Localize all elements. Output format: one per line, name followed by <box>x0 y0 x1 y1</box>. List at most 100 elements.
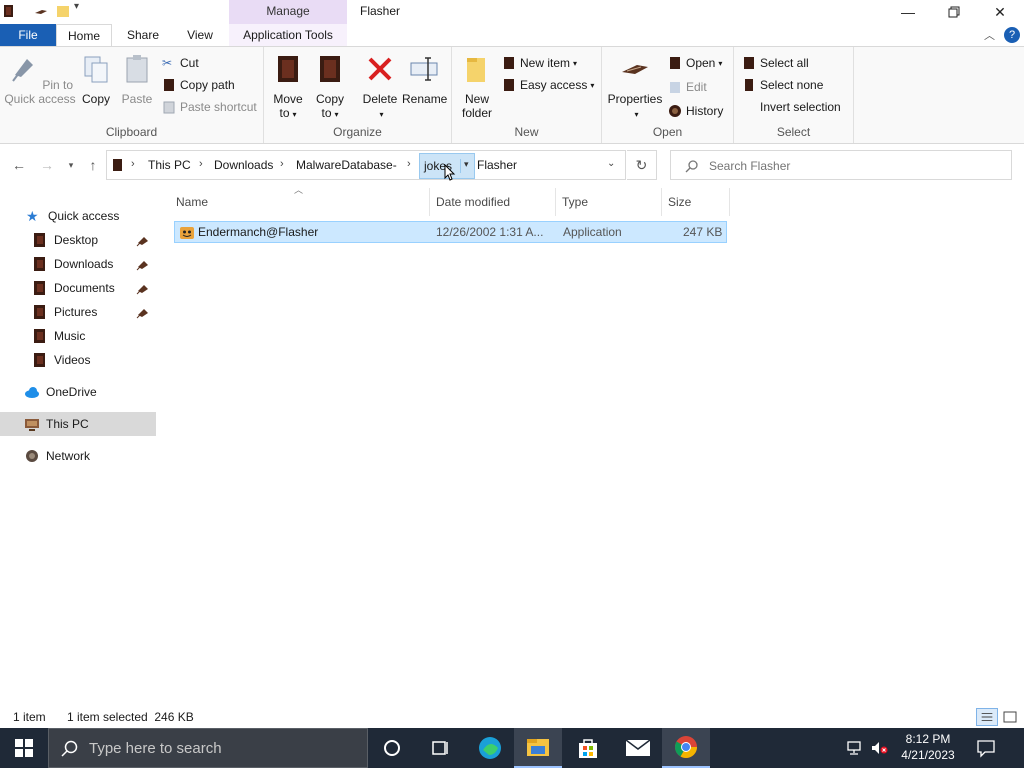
tab-share[interactable]: Share <box>116 24 170 46</box>
taskbar-mail-button[interactable] <box>614 728 662 768</box>
column-size[interactable]: Size <box>662 188 730 216</box>
new-item-button[interactable]: New item ▾ <box>502 53 577 73</box>
details-view-icon[interactable] <box>976 708 998 726</box>
restore-button[interactable] <box>931 0 977 24</box>
refresh-icon: ↻ <box>635 157 648 173</box>
paste-shortcut-button[interactable]: Paste shortcut <box>162 97 257 117</box>
nav-quick-access[interactable]: ★ Quick access <box>0 204 156 228</box>
column-date-modified[interactable]: Date modified <box>430 188 556 216</box>
history-button[interactable]: History <box>668 101 723 121</box>
properties-button[interactable]: Properties ▾ <box>606 53 664 122</box>
ribbon-tabs: File Home Share View Application Tools ︿… <box>0 24 1024 46</box>
file-size: 247 KB <box>683 225 723 239</box>
task-view-button[interactable] <box>416 728 464 768</box>
copy-to-button[interactable]: Copy to ▾ <box>312 53 348 122</box>
address-bar[interactable]: › This PC › Downloads › MalwareDatabase-… <box>106 150 626 181</box>
network-tray-icon[interactable] <box>846 740 864 756</box>
taskbar-explorer-button[interactable] <box>514 728 562 768</box>
properties-quick-icon[interactable] <box>34 4 48 18</box>
tab-file[interactable]: File <box>0 24 56 46</box>
large-icons-view-icon[interactable] <box>1000 708 1020 726</box>
invert-selection-button[interactable]: Invert selection <box>742 97 841 117</box>
breadcrumb-malwaredatabase[interactable]: MalwareDatabase- <box>296 158 397 172</box>
copy-button[interactable]: Copy <box>78 53 114 106</box>
nav-item-pictures[interactable]: Pictures <box>0 300 156 324</box>
tab-application-tools[interactable]: Application Tools <box>229 24 347 46</box>
manage-context-tab[interactable]: Manage <box>229 0 347 24</box>
pin-icon[interactable] <box>136 305 150 319</box>
system-clock[interactable]: 8:12 PM 4/21/2023 <box>892 731 964 763</box>
taskbar-search-placeholder: Type here to search <box>89 740 222 757</box>
chevron-down-icon: ▾ <box>68 160 74 170</box>
copy-icon <box>84 56 108 83</box>
minimize-icon: — <box>901 4 915 20</box>
item-count: 1 item <box>13 710 46 724</box>
task-view-icon <box>432 741 448 755</box>
select-none-button[interactable]: Select none <box>742 75 823 95</box>
table-row[interactable]: Endermanch@Flasher 12/26/2002 1:31 A... … <box>174 221 727 243</box>
nav-item-downloads[interactable]: Downloads <box>0 252 156 276</box>
cortana-button[interactable] <box>368 728 416 768</box>
pin-quick-access-button[interactable]: Pin to Quick access <box>4 53 76 106</box>
customize-toolbar-icon[interactable]: ▾ <box>74 1 79 19</box>
column-name[interactable]: Name <box>170 188 430 216</box>
nav-item-desktop[interactable]: Desktop <box>0 228 156 252</box>
pin-icon[interactable] <box>136 281 150 295</box>
select-all-button[interactable]: Select all <box>742 53 809 73</box>
taskbar-search-box[interactable]: Type here to search <box>48 728 368 768</box>
nav-onedrive[interactable]: OneDrive <box>0 380 156 404</box>
taskbar-chrome-button[interactable] <box>662 728 710 768</box>
nav-this-pc[interactable]: This PC <box>0 412 156 436</box>
minimize-button[interactable]: — <box>885 0 931 24</box>
copy-path-button[interactable]: Copy path <box>162 75 235 95</box>
address-history-chevron-icon[interactable]: ⌄ <box>607 158 615 169</box>
downloads-folder-icon <box>34 257 45 271</box>
up-button[interactable]: ↑ <box>84 156 102 174</box>
search-icon <box>61 740 78 757</box>
refresh-button[interactable]: ↻ <box>627 150 657 180</box>
new-folder-quick-icon[interactable] <box>56 4 70 18</box>
nav-item-documents[interactable]: Documents <box>0 276 156 300</box>
tab-view[interactable]: View <box>174 24 226 46</box>
taskbar-store-button[interactable] <box>564 728 612 768</box>
back-button[interactable]: ← <box>10 156 28 174</box>
chevron-down-icon[interactable]: ▾ <box>464 159 469 170</box>
move-to-button[interactable]: Move to ▾ <box>270 53 306 122</box>
close-button[interactable]: ✕ <box>977 0 1023 24</box>
collapse-ribbon-icon[interactable]: ︿ <box>984 27 995 43</box>
breadcrumb-divider <box>460 159 461 173</box>
volume-muted-icon[interactable] <box>870 740 890 756</box>
delete-button[interactable]: Delete ▾ <box>360 53 400 122</box>
ribbon: Pin to Quick access Copy Paste ✂ Cut Cop… <box>0 46 1024 144</box>
nav-item-music[interactable]: Music <box>0 324 156 348</box>
cut-button[interactable]: ✂ Cut <box>162 53 199 73</box>
nav-item-videos[interactable]: Videos <box>0 348 156 372</box>
forward-button[interactable]: → <box>38 156 56 174</box>
breadcrumb-downloads[interactable]: Downloads <box>214 158 273 172</box>
easy-access-button[interactable]: Easy access ▾ <box>502 75 594 95</box>
taskbar-edge-button[interactable] <box>466 728 514 768</box>
start-button[interactable] <box>0 728 48 768</box>
clipboard-group-label: Clipboard <box>105 125 158 139</box>
rename-button[interactable]: Rename <box>402 53 447 106</box>
pin-icon[interactable] <box>136 257 150 271</box>
breadcrumb-flasher[interactable]: Flasher <box>477 158 517 172</box>
paste-button[interactable]: Paste <box>118 53 156 106</box>
close-icon: ✕ <box>994 3 1006 20</box>
notification-center-icon[interactable] <box>976 738 996 758</box>
edit-button[interactable]: Edit <box>668 77 707 97</box>
help-icon[interactable]: ? <box>1004 27 1020 43</box>
open-button[interactable]: Open ▾ <box>668 53 722 73</box>
clock-time: 8:12 PM <box>905 732 951 746</box>
search-input[interactable] <box>709 157 999 175</box>
pin-icon[interactable] <box>136 233 150 247</box>
history-icon <box>669 105 681 117</box>
tab-home[interactable]: Home <box>56 24 112 46</box>
recent-locations-button[interactable]: ▾ <box>62 156 80 174</box>
search-box[interactable] <box>670 150 1012 180</box>
nav-network[interactable]: Network <box>0 444 156 468</box>
new-folder-button[interactable]: New folder <box>458 53 496 120</box>
status-bar: 1 item 1 item selected 246 KB <box>0 704 1024 728</box>
breadcrumb-this-pc[interactable]: This PC <box>148 158 191 172</box>
column-type[interactable]: Type <box>556 188 662 216</box>
